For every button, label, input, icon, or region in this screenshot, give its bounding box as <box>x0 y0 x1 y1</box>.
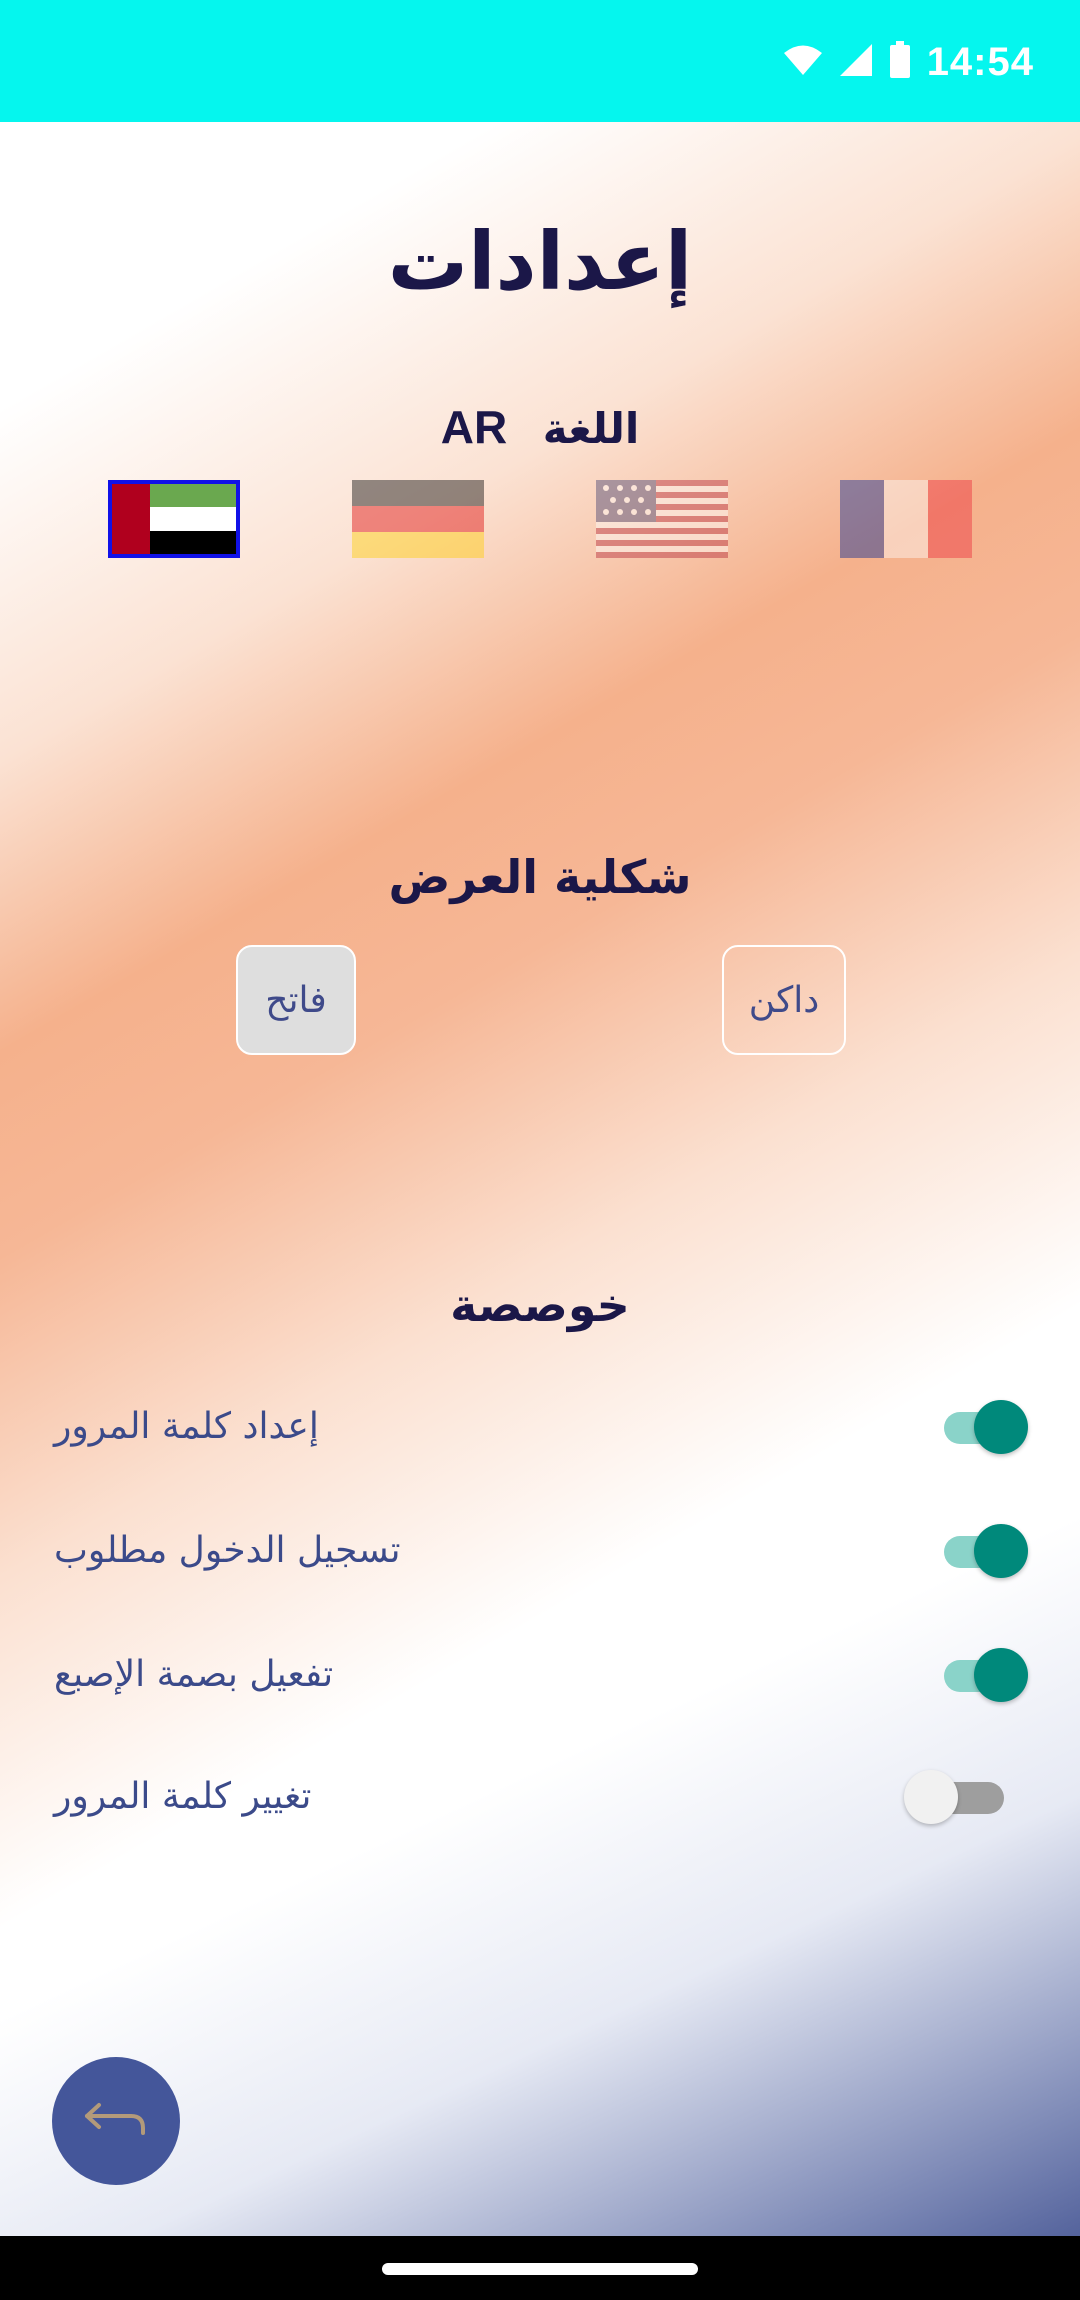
flag-uae[interactable] <box>108 480 240 558</box>
pref-row-set-password: إعداد كلمة المرور <box>54 1386 1028 1466</box>
language-row: اللغة AR <box>0 400 1080 454</box>
pref-row-fingerprint: تفعيل بصمة الإصبع <box>54 1634 1028 1714</box>
settings-screen: 14:54 إعدادات اللغة AR شكلية العرض فاتح … <box>0 0 1080 2300</box>
france-flag-icon <box>840 480 972 558</box>
pref-label-change-password: تغيير كلمة المرور <box>54 1775 312 1817</box>
wifi-icon <box>783 44 823 80</box>
pref-label-login-required: تسجيل الدخول مطلوب <box>54 1529 401 1571</box>
page-title: إعدادات <box>387 215 693 308</box>
language-code: AR <box>440 401 508 453</box>
pref-label-fingerprint: تفعيل بصمة الإصبع <box>54 1653 334 1695</box>
light-theme-button[interactable]: فاتح <box>236 945 356 1055</box>
system-nav-bar <box>0 2236 1080 2300</box>
toggle-change-password[interactable] <box>904 1768 1024 1824</box>
toggle-login-required[interactable] <box>934 1522 1028 1578</box>
privacy-title: خوصصة <box>450 1278 630 1332</box>
battery-icon <box>889 41 911 83</box>
language-flags <box>0 480 1080 560</box>
toggle-thumb <box>974 1400 1028 1454</box>
pref-label-set-password: إعداد كلمة المرور <box>54 1405 319 1447</box>
toggle-fingerprint[interactable] <box>934 1646 1028 1702</box>
cell-signal-icon <box>839 43 873 81</box>
status-bar: 14:54 <box>0 0 1080 122</box>
back-arrow-icon <box>81 2099 151 2143</box>
display-mode-title: شكلية العرض <box>388 850 692 904</box>
pref-row-login-required: تسجيل الدخول مطلوب <box>54 1510 1028 1590</box>
toggle-thumb <box>974 1524 1028 1578</box>
toggle-set-password[interactable] <box>934 1398 1028 1454</box>
home-gesture-handle[interactable] <box>382 2263 698 2275</box>
flag-france[interactable] <box>840 480 972 558</box>
germany-flag-icon <box>352 480 484 558</box>
flag-usa[interactable] <box>596 480 728 558</box>
uae-flag-icon <box>112 484 236 554</box>
pref-row-change-password: تغيير كلمة المرور <box>54 1756 1024 1836</box>
back-button[interactable] <box>52 2057 180 2185</box>
dark-theme-button[interactable]: داكن <box>722 945 846 1055</box>
usa-flag-icon <box>596 480 728 558</box>
status-time: 14:54 <box>926 39 1034 84</box>
status-icons: 14:54 <box>783 38 1034 86</box>
toggle-thumb <box>974 1648 1028 1702</box>
language-label: اللغة <box>542 404 640 453</box>
flag-germany[interactable] <box>352 480 484 558</box>
toggle-thumb <box>904 1770 958 1824</box>
